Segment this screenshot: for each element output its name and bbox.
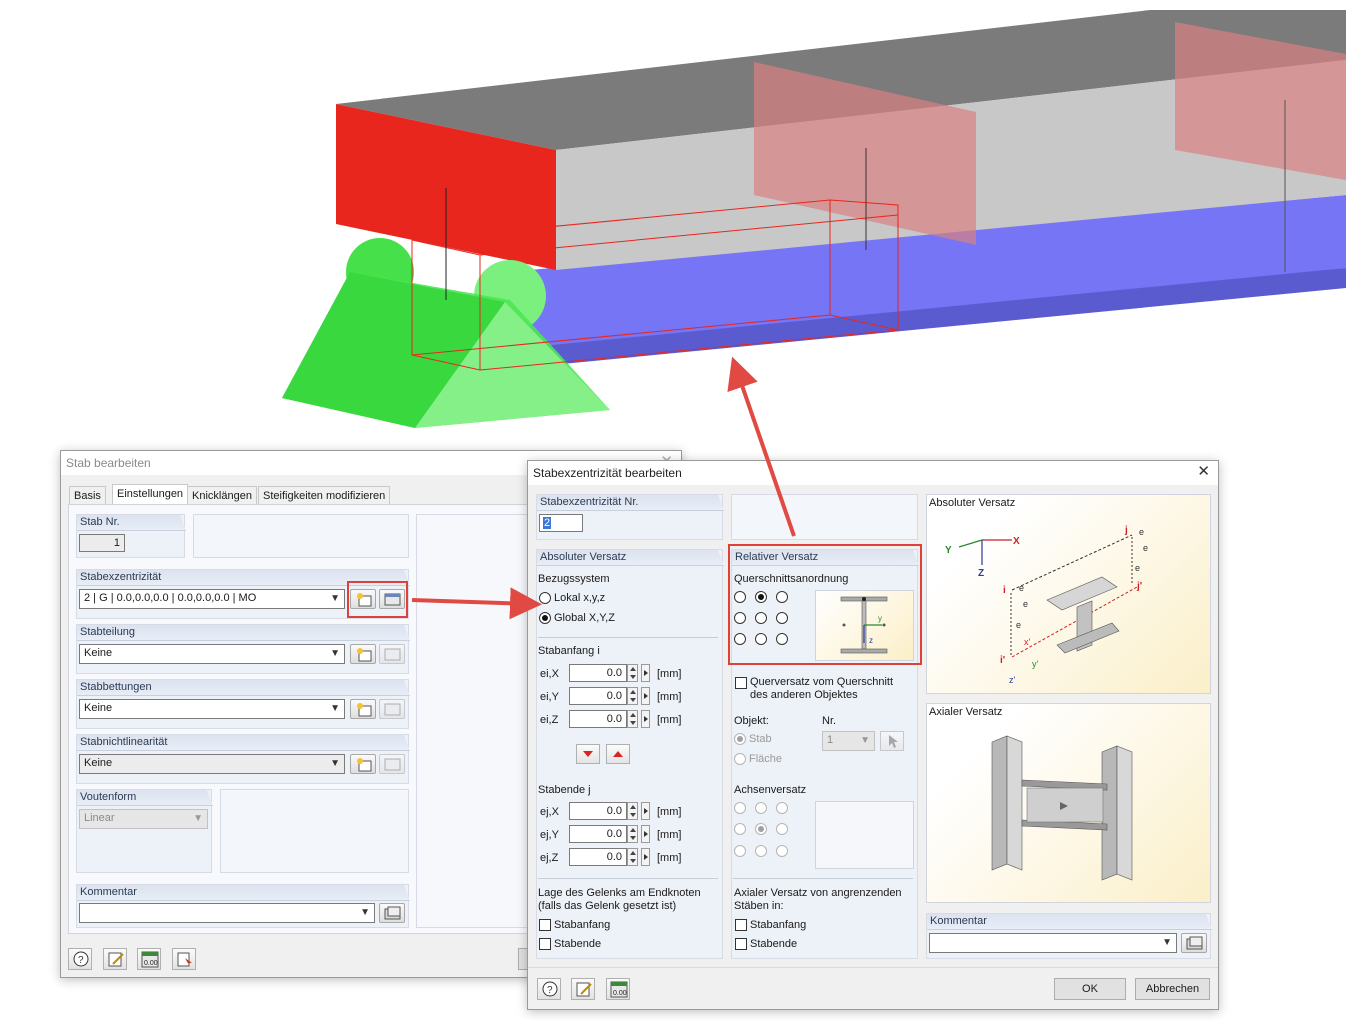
annotation-arrows [411,356,796,620]
